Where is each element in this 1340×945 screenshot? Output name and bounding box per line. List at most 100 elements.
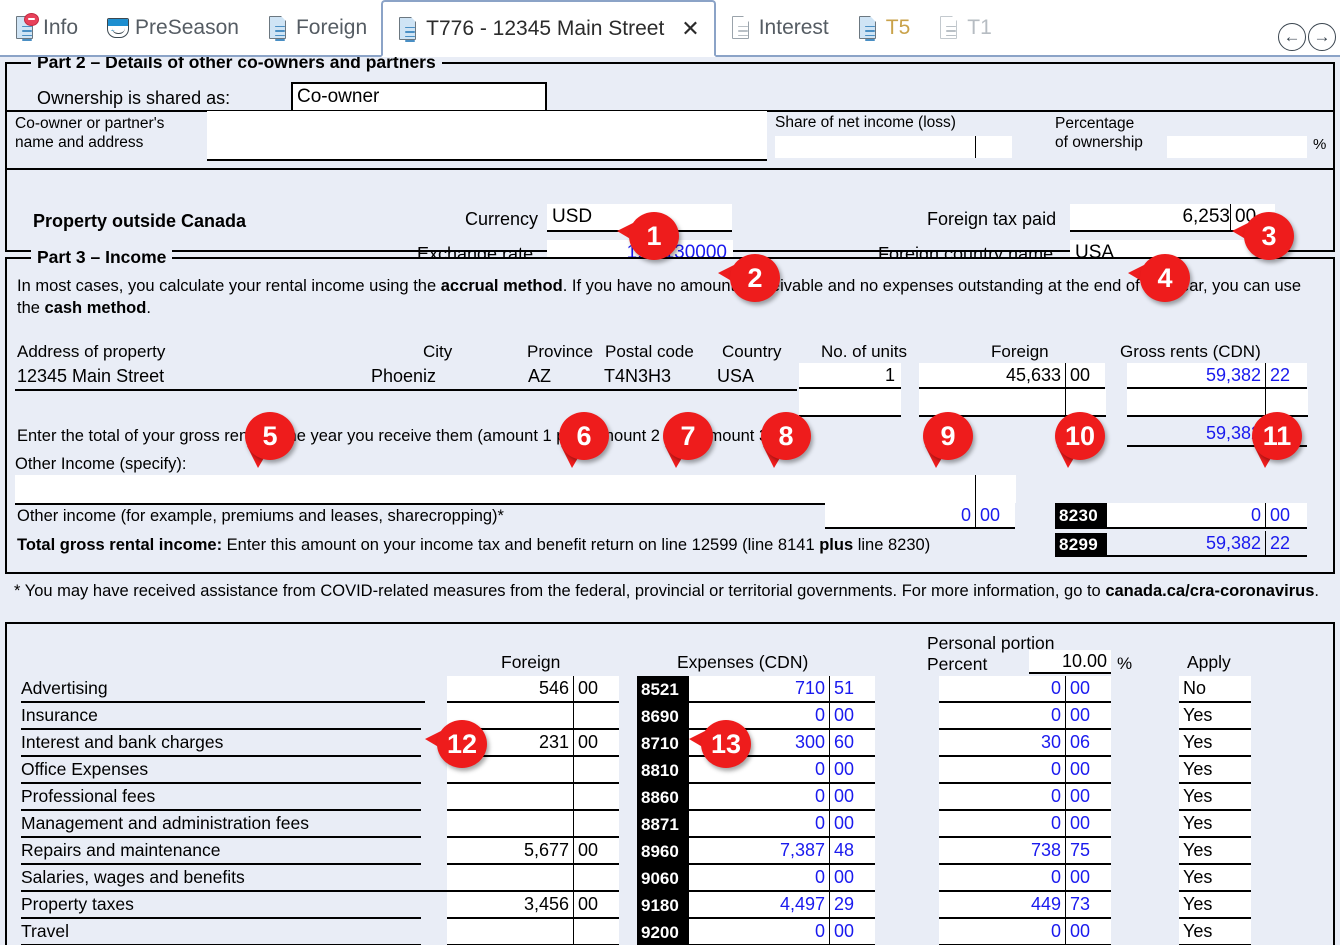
expense-foreign-value[interactable]: 231 [447,730,573,757]
nav-back-icon[interactable]: ← [1278,23,1306,51]
expense-apply-value[interactable]: Yes [1179,703,1251,730]
expense-personal-value[interactable]: 0 [939,676,1065,703]
other-income-cdn-cents[interactable]: 00 [1265,503,1307,529]
personal-percent-input[interactable]: 10.00 [1029,650,1111,674]
expense-personal-value[interactable]: 449 [939,892,1065,919]
expense-foreign-value[interactable] [447,919,573,945]
expense-personal-value[interactable]: 0 [939,703,1065,730]
expense-foreign-cents[interactable] [573,865,619,892]
expense-cdn-cents[interactable]: 00 [829,811,875,838]
expense-cdn-value[interactable]: 300 [689,730,829,757]
expense-foreign-cents[interactable] [573,703,619,730]
tab-t1[interactable]: T1 [924,0,1006,55]
nav-forward-icon[interactable]: → [1308,23,1336,51]
expense-apply-value[interactable]: Yes [1179,811,1251,838]
expense-personal-cents[interactable]: 00 [1065,784,1111,811]
expense-cdn-value[interactable]: 0 [689,703,829,730]
foreign-gross-value-row2[interactable] [919,389,1065,417]
expense-apply-value[interactable]: Yes [1179,919,1251,945]
expense-foreign-cents[interactable] [573,811,619,838]
close-icon[interactable]: ✕ [681,16,699,42]
expense-apply-value[interactable]: Yes [1179,838,1251,865]
expense-foreign-value[interactable]: 5,677 [447,838,573,865]
expense-apply-value[interactable]: Yes [1179,865,1251,892]
expense-personal-cents[interactable]: 06 [1065,730,1111,757]
expense-foreign-value[interactable]: 3,456 [447,892,573,919]
expense-cdn-value[interactable]: 710 [689,676,829,703]
foreign-tax-paid-cents[interactable]: 00 [1230,204,1275,232]
currency-input[interactable]: USD [547,204,732,232]
expense-foreign-value[interactable]: 546 [447,676,573,703]
address-value[interactable]: 12345 Main Street [17,363,164,389]
expense-personal-cents[interactable]: 00 [1065,703,1111,730]
expense-foreign-value[interactable] [447,865,573,892]
coowner-name-address-input[interactable] [207,111,767,161]
ownership-shared-input[interactable]: Co-owner [291,82,547,112]
expense-cdn-cents[interactable]: 00 [829,757,875,784]
expense-personal-cents[interactable]: 00 [1065,919,1111,945]
expense-cdn-cents[interactable]: 60 [829,730,875,757]
expense-cdn-cents[interactable]: 00 [829,865,875,892]
other-income-specify-input[interactable] [15,475,959,505]
expense-cdn-cents[interactable]: 00 [829,919,875,945]
expense-foreign-value[interactable] [447,757,573,784]
tab-info[interactable]: Info [0,0,92,55]
other-income-specify-amount[interactable] [825,475,975,503]
tab-preseason[interactable]: – PreSeason [92,0,253,55]
expense-foreign-cents[interactable]: 00 [573,676,619,703]
tab-t5[interactable]: T5 [843,0,925,55]
expense-foreign-cents[interactable]: 00 [573,730,619,757]
expense-cdn-cents[interactable]: 00 [829,784,875,811]
expense-foreign-cents[interactable]: 00 [573,892,619,919]
expense-cdn-value[interactable]: 0 [689,811,829,838]
expense-apply-value[interactable]: No [1179,676,1251,703]
foreign-tax-paid-input[interactable]: 6,253 [1070,204,1234,232]
expense-foreign-cents[interactable] [573,757,619,784]
expense-cdn-cents[interactable]: 29 [829,892,875,919]
gross-rents-cdn-cents-row2[interactable] [1265,389,1308,417]
expense-personal-value[interactable]: 0 [939,784,1065,811]
country-value[interactable]: USA [717,363,754,389]
tab-foreign[interactable]: Foreign [253,0,381,55]
other-income-specify-cents[interactable] [975,475,1016,503]
tab-t776-active[interactable]: T776 - 12345 Main Street ✕ [381,0,716,57]
expense-personal-cents[interactable]: 73 [1065,892,1111,919]
expense-cdn-cents[interactable]: 00 [829,703,875,730]
expense-foreign-value[interactable] [447,784,573,811]
expense-personal-cents[interactable]: 00 [1065,865,1111,892]
expense-personal-value[interactable]: 0 [939,865,1065,892]
units-value-row2[interactable] [799,389,901,417]
expense-foreign-value[interactable] [447,703,573,730]
expense-personal-value[interactable]: 0 [939,811,1065,838]
gross-rents-cdn-value[interactable]: 59,382 [1127,363,1265,389]
gross-rents-cdn-value-row2[interactable] [1127,389,1265,417]
expense-cdn-value[interactable]: 0 [689,784,829,811]
expense-personal-cents[interactable]: 00 [1065,757,1111,784]
expense-foreign-cents[interactable] [573,919,619,945]
expense-personal-cents[interactable]: 75 [1065,838,1111,865]
expense-cdn-cents[interactable]: 48 [829,838,875,865]
expense-cdn-value[interactable]: 0 [689,919,829,945]
gross-rents-cdn-cents[interactable]: 22 [1265,363,1307,389]
expense-apply-value[interactable]: Yes [1179,784,1251,811]
foreign-gross-cents-row2[interactable] [1065,389,1106,417]
percentage-ownership-input[interactable] [1167,136,1307,158]
expense-personal-cents[interactable]: 00 [1065,676,1111,703]
expense-cdn-cents[interactable]: 51 [829,676,875,703]
other-income-cdn-value[interactable]: 0 [1107,503,1265,529]
expense-apply-value[interactable]: Yes [1179,892,1251,919]
expense-personal-value[interactable]: 0 [939,757,1065,784]
expense-personal-cents[interactable]: 00 [1065,811,1111,838]
units-value[interactable]: 1 [799,363,901,389]
province-value[interactable]: AZ [528,363,551,389]
tab-interest[interactable]: Interest [716,0,843,55]
expense-foreign-value[interactable] [447,811,573,838]
expense-cdn-value[interactable]: 0 [689,757,829,784]
foreign-gross-cents[interactable]: 00 [1065,363,1105,389]
expense-foreign-cents[interactable]: 00 [573,838,619,865]
expense-cdn-value[interactable]: 7,387 [689,838,829,865]
expense-apply-value[interactable]: Yes [1179,757,1251,784]
expense-apply-value[interactable]: Yes [1179,730,1251,757]
other-income-foreign-cents[interactable]: 00 [975,503,1015,529]
other-income-foreign-value[interactable]: 0 [825,503,975,529]
